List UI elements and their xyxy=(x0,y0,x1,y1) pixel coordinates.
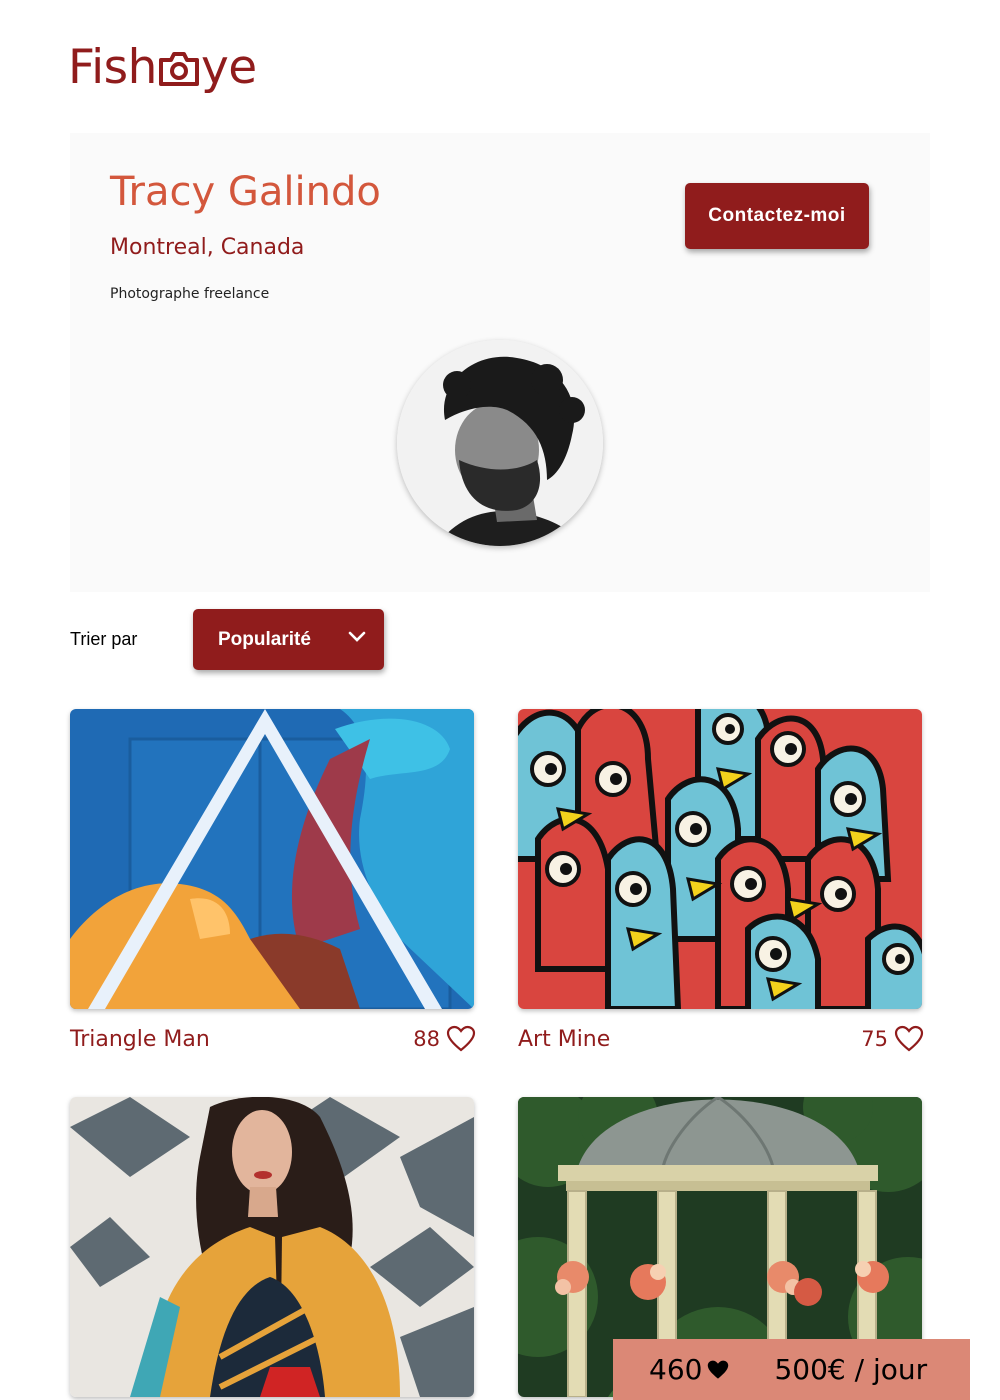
gallery-media[interactable] xyxy=(70,709,474,1009)
photographer-location: Montreal, Canada xyxy=(110,235,305,260)
likes-price-banner: 460 500€ / jour xyxy=(613,1339,970,1400)
daily-price: 500€ / jour xyxy=(774,1353,928,1386)
heart-icon[interactable] xyxy=(894,1025,924,1053)
photographer-avatar xyxy=(397,340,603,546)
fisheye-logo[interactable]: Fish ye xyxy=(68,40,257,95)
gallery-card: Triangle Man 88 xyxy=(70,709,476,1053)
like-counter: 88 xyxy=(413,1025,476,1053)
chevron-down-icon xyxy=(348,631,366,642)
gallery-card: Art Mine 75 xyxy=(518,709,924,1053)
like-count: 75 xyxy=(861,1027,888,1051)
heart-icon xyxy=(708,1360,729,1379)
gallery-media[interactable] xyxy=(70,1097,474,1397)
gallery-card xyxy=(70,1097,476,1397)
sort-selected-value: Popularité xyxy=(218,628,311,650)
like-count: 88 xyxy=(413,1027,440,1051)
sort-dropdown[interactable]: Popularité xyxy=(193,609,384,670)
logo-text-left: Fish xyxy=(68,40,157,95)
contact-button[interactable]: Contactez-moi xyxy=(685,183,869,249)
total-likes-count: 460 xyxy=(649,1353,703,1386)
photographer-name: Tracy Galindo xyxy=(110,169,381,215)
card-meta: Triangle Man 88 xyxy=(70,1025,476,1053)
gallery-media[interactable] xyxy=(518,709,922,1009)
total-likes: 460 xyxy=(649,1353,730,1386)
sort-label: Trier par xyxy=(70,629,138,649)
logo-text-right: ye xyxy=(200,40,257,95)
camera-icon xyxy=(158,51,199,86)
card-title: Triangle Man xyxy=(70,1026,210,1052)
photographer-header: Tracy Galindo Montreal, Canada Photograp… xyxy=(70,133,930,592)
heart-icon[interactable] xyxy=(446,1025,476,1053)
card-meta: Art Mine 75 xyxy=(518,1025,924,1053)
card-title: Art Mine xyxy=(518,1026,611,1052)
photographer-page: Fish ye Tracy Galindo Montreal, Canada P… xyxy=(0,0,1000,1400)
photographer-tagline: Photographe freelance xyxy=(110,286,270,302)
like-counter: 75 xyxy=(861,1025,924,1053)
